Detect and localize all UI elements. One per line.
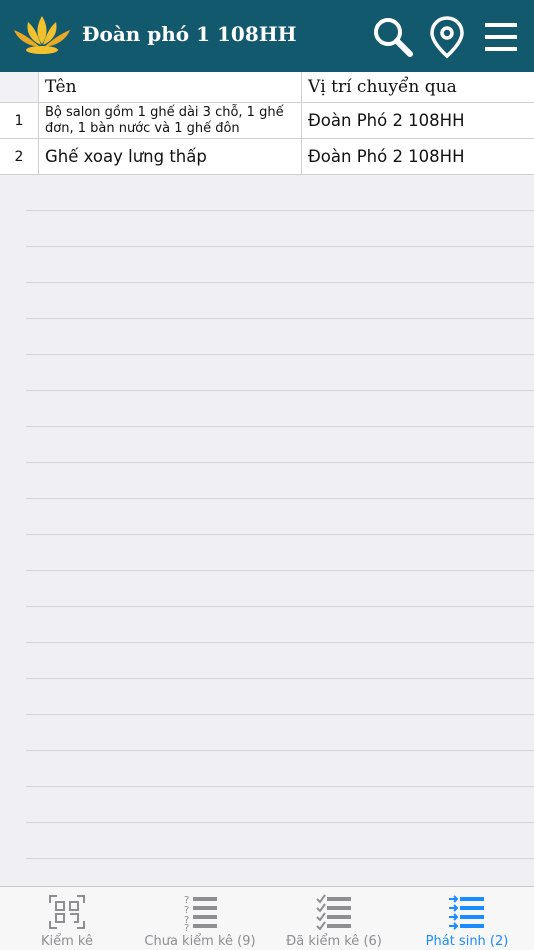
tab-bar: Kiểm kê ? ? ? ? Chưa kiểm kê (9) Đã kiểm… [0,886,534,950]
menu-button[interactable] [478,14,524,60]
row-index: 2 [0,139,39,174]
empty-row-separator [26,282,534,283]
tab-chua-kiem-ke[interactable]: ? ? ? ? Chưa kiểm kê (9) [140,887,260,950]
tab-kiem-ke[interactable]: Kiểm kê [27,887,107,950]
empty-row-separator [26,210,534,211]
checked-list-icon [316,894,351,931]
empty-row-separator [26,750,534,751]
location-pin-icon [430,16,464,59]
empty-row-separator [26,318,534,319]
row-location: Đoàn Phó 2 108HH [308,111,465,130]
menu-icon [485,23,517,51]
lotus-logo-icon [14,16,70,54]
empty-row-separator [26,534,534,535]
tab-label: Đã kiểm kê (6) [286,934,382,949]
column-header-location: Vị trí chuyển qua [302,72,534,102]
search-button[interactable] [370,14,416,60]
tab-da-kiem-ke[interactable]: Đã kiểm kê (6) [280,887,388,950]
tab-label: Kiểm kê [41,934,93,949]
row-location: Đoàn Phó 2 108HH [308,147,465,166]
table-header-row: Tên Vị trí chuyển qua [0,72,534,103]
app-header: Đoàn phó 1 108HH [0,0,534,72]
empty-row-separator [26,642,534,643]
row-name: Bộ salon gồm 1 ghế dài 3 chỗ, 1 ghế đơn,… [39,103,302,138]
asset-table: Tên Vị trí chuyển qua 1 Bộ salon gồm 1 g… [0,72,534,175]
row-name: Ghế xoay lưng thấp [39,139,302,174]
search-icon [374,18,413,57]
empty-row-separator [26,858,534,859]
empty-row-separator [26,678,534,679]
row-index: 1 [0,103,39,138]
page-title: Đoàn phó 1 108HH [82,22,297,46]
empty-row-separator [26,606,534,607]
tab-label: Phát sinh (2) [425,934,509,949]
empty-row-separator [26,354,534,355]
empty-row-separator [26,390,534,391]
empty-row-separator [26,498,534,499]
empty-row-separator [26,246,534,247]
empty-row-separator [26,462,534,463]
table-row[interactable]: 1 Bộ salon gồm 1 ghế dài 3 chỗ, 1 ghế đơ… [0,103,534,139]
empty-row-separator [26,570,534,571]
column-header-name: Tên [39,72,302,102]
question-list-icon: ? ? ? ? [184,895,217,931]
qr-scan-icon [49,895,85,929]
arrow-list-icon [449,895,484,930]
tab-phat-sinh[interactable]: Phát sinh (2) [418,887,516,950]
empty-list-area [0,175,534,886]
column-header-index [0,72,39,102]
svg-text:?: ? [184,923,189,931]
empty-row-separator [26,714,534,715]
empty-row-separator [26,426,534,427]
empty-row-separator [26,822,534,823]
empty-row-separator [26,786,534,787]
table-row[interactable]: 2 Ghế xoay lưng thấp Đoàn Phó 2 108HH [0,139,534,175]
location-button[interactable] [424,14,470,60]
tab-label: Chưa kiểm kê (9) [144,934,256,949]
